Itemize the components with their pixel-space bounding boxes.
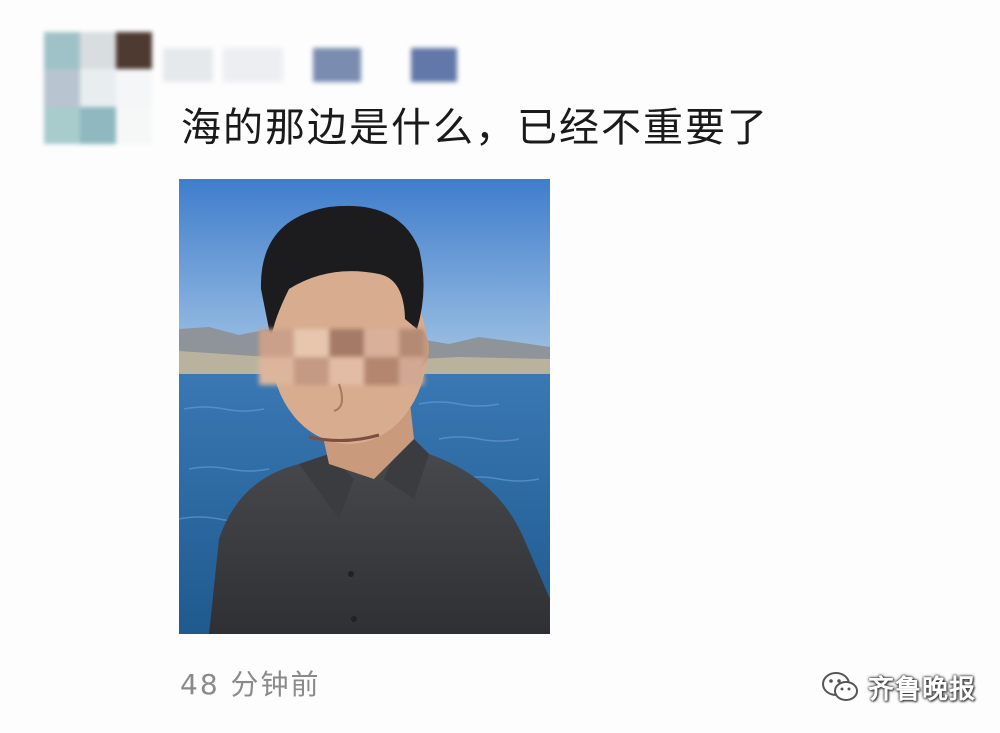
avatar-mosaic-tile [116,69,152,107]
username-mosaic[interactable] [163,48,463,84]
avatar-mosaic-tile [116,32,152,70]
wechat-icon [821,672,858,701]
avatar-mosaic-tile [44,106,80,144]
publisher-watermark: 齐鲁晚报 [820,662,976,712]
username-mosaic-tile [223,48,283,82]
username-mosaic-tile [313,48,361,82]
avatar-mosaic-tile [44,69,80,107]
avatar-mosaic-tile [80,69,116,107]
selfie-image [179,179,550,634]
username-mosaic-tile [163,48,213,82]
post-text: 海的那边是什么，已经不重要了 [181,105,769,151]
avatar-mosaic-tile [44,32,80,70]
avatar-mosaic-tile [80,106,116,144]
avatar-mosaic-tile [116,106,152,144]
username-mosaic-tile [411,48,457,82]
avatar[interactable] [44,32,152,144]
watermark-text: 齐鲁晚报 [867,674,976,705]
post-timestamp: 48 分钟前 [180,668,321,701]
moments-post: 海的那边是什么，已经不重要了 48 分钟前 齐鲁晚报 [0,0,1000,733]
post-photo[interactable] [179,179,550,634]
avatar-mosaic-tile [80,32,116,70]
